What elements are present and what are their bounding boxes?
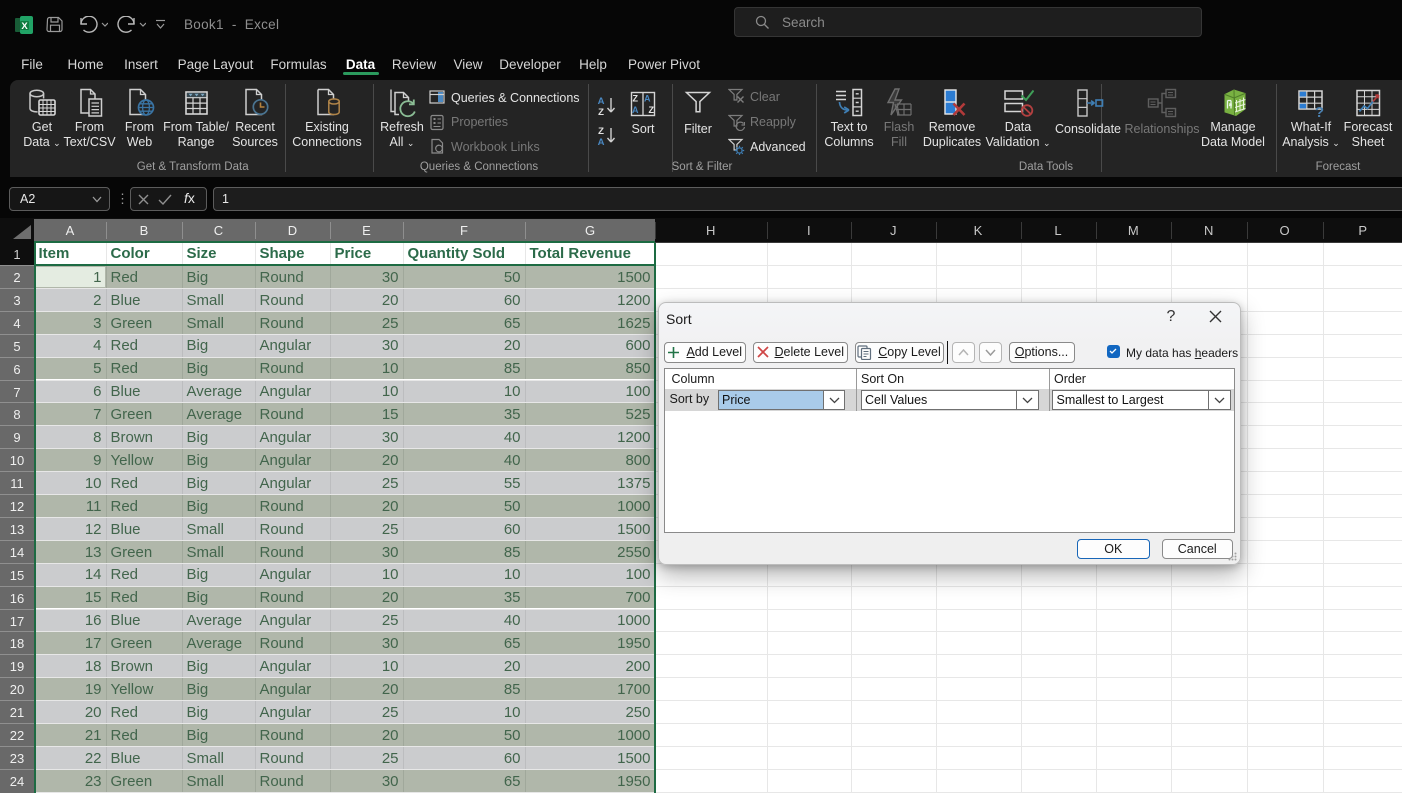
svg-text:Z: Z [598,107,604,117]
svg-text:?: ? [1315,104,1324,119]
svg-text:Z: Z [598,126,604,137]
svg-text:Z: Z [648,105,654,115]
svg-text:A: A [632,105,639,115]
svg-text:A: A [644,94,651,104]
svg-text:X: X [21,21,28,32]
svg-text:Z: Z [632,94,638,104]
svg-text:A: A [598,137,605,147]
svg-text:A: A [598,96,605,107]
